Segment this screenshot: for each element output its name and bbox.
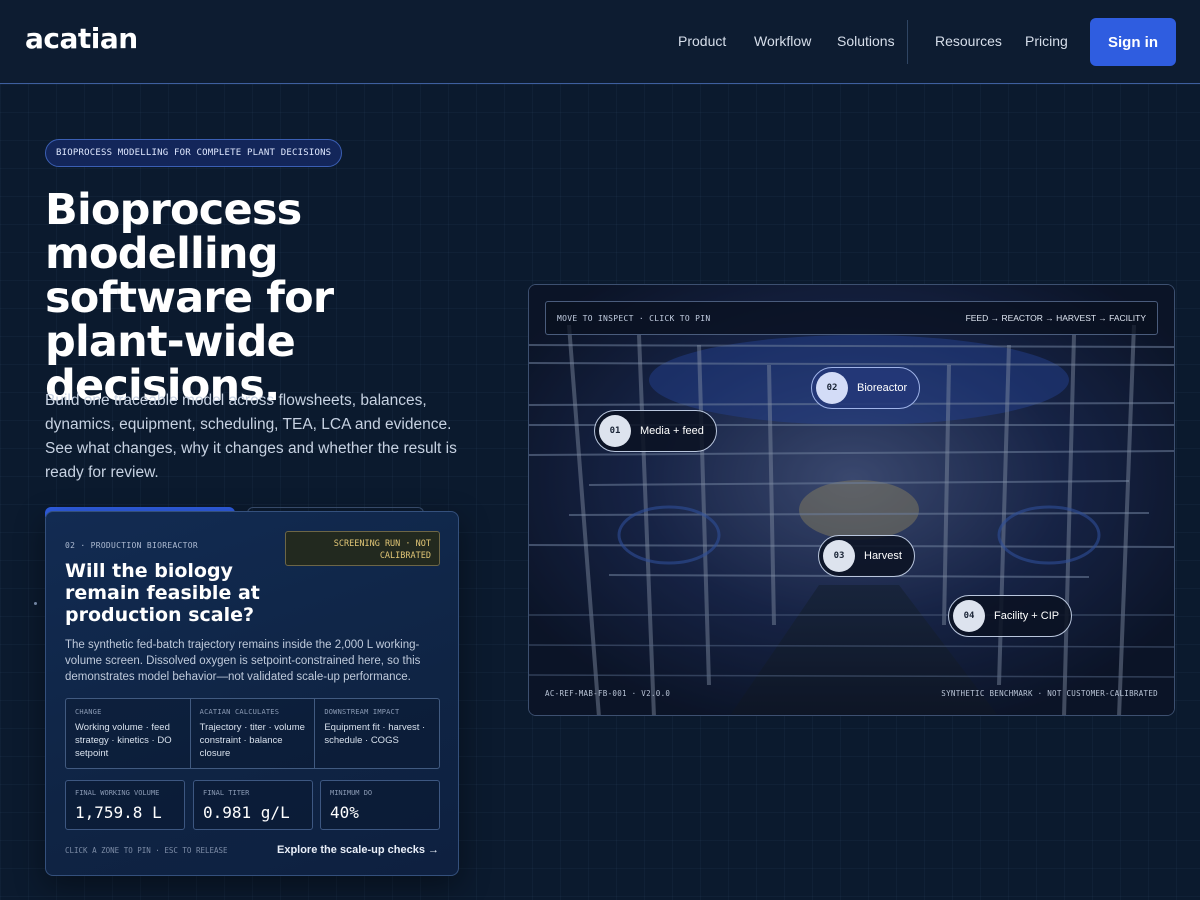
pin-hint: CLICK A ZONE TO PIN · ESC TO RELEASE: [65, 846, 228, 855]
hero-subtitle: Build one traceable model across flowshe…: [45, 392, 457, 481]
acatian-logo[interactable]: acatian: [25, 22, 138, 55]
model-reference-id: AC-REF-MAB-FB-001 · V2.0.0: [545, 689, 671, 698]
impact-heading: CHANGE: [75, 708, 102, 716]
hotspot-harvest[interactable]: 03 Harvest: [818, 535, 915, 577]
impact-table: CHANGE Working volume · feed strategy · …: [65, 698, 440, 769]
scenario-label: 02 · PRODUCTION BIOREACTOR: [65, 541, 199, 550]
benchmark-disclaimer: SYNTHETIC BENCHMARK · NOT CUSTOMER-CALIB…: [941, 689, 1158, 698]
nav-product[interactable]: Product: [678, 33, 726, 49]
nav-workflow[interactable]: Workflow: [754, 33, 811, 49]
hero-title: Bioprocess modelling software for plant-…: [45, 185, 334, 411]
metric-label: MINIMUM DO: [330, 789, 373, 797]
plant-viewer[interactable]: MOVE TO INSPECT · CLICK TO PIN FEED → RE…: [528, 284, 1175, 716]
hotspot-bioreactor[interactable]: 02 Bioreactor: [811, 367, 921, 409]
hotspot-label: Harvest: [864, 550, 902, 562]
scenario-description: The synthetic fed-batch trajectory remai…: [65, 639, 421, 683]
hotspot-number: 02: [816, 372, 848, 404]
viewer-toolbar: MOVE TO INSPECT · CLICK TO PIN FEED → RE…: [545, 301, 1158, 335]
hotspot-media-feed[interactable]: 01 Media + feed: [594, 410, 717, 452]
hotspot-number: 01: [599, 415, 631, 447]
impact-body: Trajectory · titer · volume constraint ·…: [199, 722, 305, 759]
status-badge: SCREENING RUN · NOT CALIBRATED: [285, 531, 440, 566]
impact-change: CHANGE Working volume · feed strategy · …: [66, 699, 191, 768]
hotspot-label: Facility + CIP: [994, 610, 1060, 622]
impact-heading: DOWNSTREAM IMPACT: [324, 708, 400, 716]
explore-scale-up-link[interactable]: Explore the scale-up checks →: [277, 844, 439, 856]
metric-value: 40%: [330, 803, 359, 822]
impact-calculates: ACATIAN CALCULATES Trajectory · titer · …: [191, 699, 316, 768]
process-flow-label: FEED → REACTOR → HARVEST → FACILITY: [965, 313, 1146, 323]
scenario-title: Will the biology remain feasible at prod…: [65, 560, 260, 626]
metric-final-working-volume: FINAL WORKING VOLUME 1,759.8 L: [65, 780, 185, 830]
decorative-dot: [34, 602, 37, 605]
impact-downstream: DOWNSTREAM IMPACT Equipment fit · harves…: [315, 699, 439, 768]
metric-value: 0.981 g/L: [203, 803, 290, 822]
hero-eyebrow-badge: BIOPROCESS MODELLING FOR COMPLETE PLANT …: [45, 139, 343, 167]
metric-final-titer: FINAL TITER 0.981 g/L: [193, 780, 313, 830]
metric-label: FINAL TITER: [203, 789, 250, 797]
nav-pricing[interactable]: Pricing: [1025, 33, 1068, 49]
nav-divider: [907, 20, 908, 64]
metric-value: 1,759.8 L: [75, 803, 162, 822]
hotspot-number: 03: [823, 540, 855, 572]
nav-solutions[interactable]: Solutions: [837, 33, 895, 49]
nav-resources[interactable]: Resources: [935, 33, 1002, 49]
metric-label: FINAL WORKING VOLUME: [75, 789, 160, 797]
impact-heading: ACATIAN CALCULATES: [199, 708, 280, 716]
plant-interior-illustration: [529, 285, 1174, 715]
hotspot-facility-cip[interactable]: 04 Facility + CIP: [948, 595, 1073, 637]
impact-body: Working volume · feed strategy · kinetic…: [75, 722, 172, 759]
hotspot-label: Bioreactor: [857, 382, 908, 394]
impact-body: Equipment fit · harvest · schedule · COG…: [324, 722, 426, 746]
sign-in-button[interactable]: Sign in: [1090, 18, 1176, 66]
viewer-instructions: MOVE TO INSPECT · CLICK TO PIN: [557, 314, 711, 323]
site-header: acatian Product Workflow Solutions Resou…: [0, 0, 1200, 84]
metric-minimum-do: MINIMUM DO 40%: [320, 780, 440, 830]
hotspot-label: Media + feed: [640, 425, 704, 437]
hotspot-number: 04: [953, 600, 985, 632]
scenario-card: 02 · PRODUCTION BIOREACTOR SCREENING RUN…: [45, 511, 459, 876]
